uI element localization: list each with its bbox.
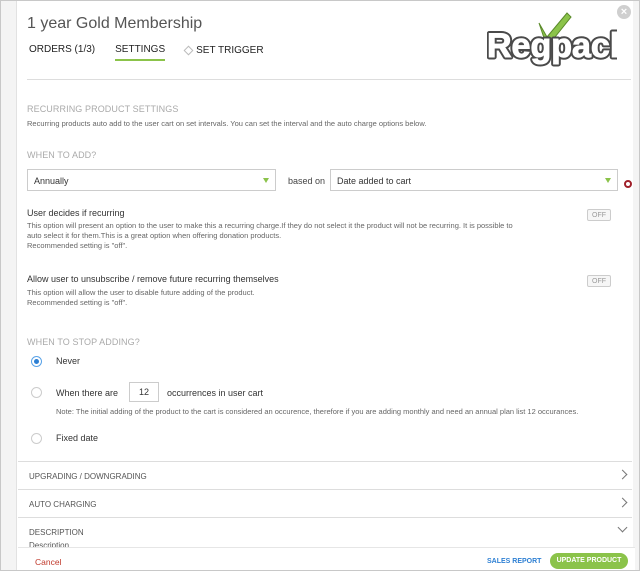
tab-settings[interactable]: SETTINGS [115, 44, 166, 61]
occurrences-prefix-label: When there are [56, 388, 119, 398]
description-line: Recommended setting is "off". [27, 298, 128, 307]
tab-set-trigger[interactable]: SET TRIGGER [183, 44, 264, 61]
when-to-stop-title: WHEN TO STOP ADDING? [27, 337, 140, 347]
occurrences-input[interactable]: 12 [129, 382, 159, 402]
description-line: This option will allow the user to disab… [27, 288, 255, 297]
interval-select-value: Annually [34, 176, 69, 186]
sales-report-link[interactable]: SALES REPORT [487, 558, 541, 565]
based-on-select-value: Date added to cart [337, 176, 412, 186]
section-upgrading-label: UPGRADING / DOWNGRADING [29, 472, 147, 481]
radio-fixed-date-label: Fixed date [56, 433, 99, 443]
radio-occurrences[interactable] [31, 387, 42, 398]
description-line: This option will present an option to th… [27, 221, 513, 230]
user-decides-description: This option will present an option to th… [27, 221, 513, 251]
left-gutter [1, 1, 17, 570]
cancel-button[interactable]: Cancel [35, 557, 61, 567]
modal-footer: Cancel SALES REPORT UPDATE PRODUCT [18, 547, 635, 570]
description-line: auto select it for them.This is a great … [27, 231, 282, 240]
recurring-settings-title: RECURRING PRODUCT SETTINGS [27, 104, 179, 114]
product-modal: × 1 year Gold Membership ORDERS (1/3) SE… [0, 0, 640, 571]
when-to-add-title: WHEN TO ADD? [27, 150, 97, 160]
radio-never[interactable] [31, 356, 42, 367]
section-description-label: DESCRIPTION [29, 528, 84, 537]
allow-unsubscribe-title: Allow user to unsubscribe / remove futur… [27, 274, 279, 284]
page-title: 1 year Gold Membership [27, 15, 203, 32]
radio-never-label: Never [56, 356, 81, 366]
header-divider [27, 79, 631, 80]
occurrences-suffix-label: occurrences in user cart [167, 388, 264, 398]
close-icon[interactable]: × [617, 5, 631, 19]
scrollbar[interactable] [633, 1, 639, 570]
section-auto-charging[interactable]: AUTO CHARGING [18, 489, 632, 517]
interval-select[interactable]: Annually [27, 169, 276, 191]
tab-set-trigger-label: SET TRIGGER [196, 45, 264, 56]
based-on-select[interactable]: Date added to cart [330, 169, 618, 191]
regpack-logo: Regpack Regpack [485, 11, 631, 68]
chevron-right-icon [617, 497, 628, 508]
section-upgrading[interactable]: UPGRADING / DOWNGRADING [18, 461, 632, 489]
chevron-right-icon [617, 469, 628, 480]
svg-text:Regpack: Regpack [487, 27, 617, 65]
description-line: Recommended setting is "off". [27, 241, 128, 250]
chevron-down-icon [617, 522, 628, 533]
recurring-settings-description: Recurring products auto add to the user … [27, 119, 427, 128]
user-decides-title: User decides if recurring [27, 208, 125, 218]
allow-unsubscribe-toggle[interactable]: OFF [587, 275, 611, 287]
section-description[interactable]: DESCRIPTION [18, 517, 632, 545]
section-auto-charging-label: AUTO CHARGING [29, 500, 97, 509]
caret-down-icon [605, 178, 611, 183]
diamond-icon [183, 45, 194, 56]
allow-unsubscribe-description: This option will allow the user to disab… [27, 288, 255, 308]
based-on-label: based on [288, 176, 326, 186]
user-decides-toggle[interactable]: OFF [587, 209, 611, 221]
tab-orders[interactable]: ORDERS (1/3) [29, 44, 95, 61]
update-product-button[interactable]: UPDATE PRODUCT [550, 553, 628, 569]
caret-down-icon [263, 178, 269, 183]
occurrences-note: Note: The initial adding of the product … [56, 407, 579, 416]
indicator-ring-icon[interactable] [624, 180, 632, 188]
radio-fixed-date[interactable] [31, 433, 42, 444]
tab-bar: ORDERS (1/3) SETTINGS SET TRIGGER [29, 44, 284, 61]
